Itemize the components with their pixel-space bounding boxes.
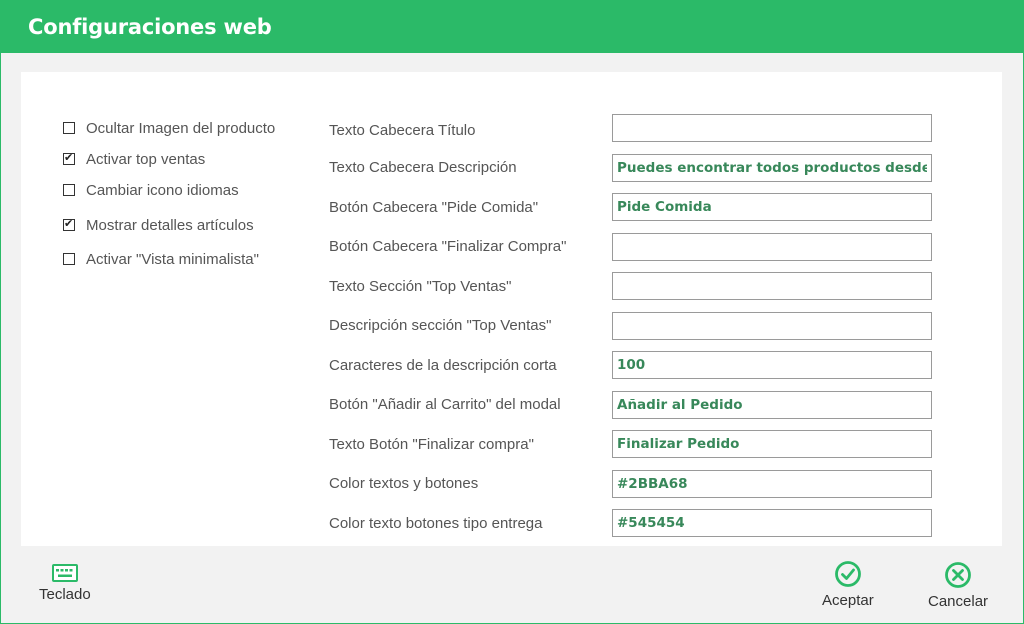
cancel-button[interactable]: Cancelar bbox=[928, 561, 988, 610]
checkbox-box[interactable]: ✔ bbox=[63, 152, 75, 165]
checkout-text-button-input[interactable] bbox=[612, 430, 932, 458]
header-title-input[interactable] bbox=[612, 114, 932, 142]
accept-label: Aceptar bbox=[822, 592, 874, 609]
checkbox-box[interactable] bbox=[63, 122, 75, 134]
top-sales-description-input[interactable] bbox=[612, 312, 932, 340]
x-circle-icon bbox=[945, 562, 971, 588]
checkbox-change-language-icon[interactable]: Cambiar icono idiomas bbox=[63, 180, 239, 200]
text-button-color-input[interactable] bbox=[612, 470, 932, 498]
field-label-top-sales-section: Texto Sección "Top Ventas" bbox=[329, 278, 512, 295]
checkbox-box[interactable] bbox=[63, 253, 75, 265]
field-label-text-button-color: Color textos y botones bbox=[329, 475, 479, 492]
check-circle-icon bbox=[834, 561, 861, 587]
add-to-cart-modal-input[interactable] bbox=[612, 391, 932, 419]
field-label-add-to-cart-modal: Botón "Añadir al Carrito" del modal bbox=[329, 396, 561, 413]
cancel-label: Cancelar bbox=[928, 593, 989, 610]
checkbox-hide-product-image[interactable]: Ocultar Imagen del producto bbox=[63, 118, 275, 138]
keyboard-label: Teclado bbox=[39, 586, 91, 603]
field-label-delivery-button-text-color: Color texto botones tipo entrega bbox=[329, 515, 543, 532]
checkbox-box[interactable] bbox=[63, 184, 75, 196]
field-label-header-title: Texto Cabecera Título bbox=[329, 122, 476, 139]
checkout-button-input[interactable] bbox=[612, 233, 932, 261]
field-label-short-description-chars: Caracteres de la descripción corta bbox=[329, 357, 557, 374]
accept-button[interactable]: Aceptar bbox=[822, 560, 874, 609]
field-label-checkout-text-button: Texto Botón "Finalizar compra" bbox=[329, 436, 534, 453]
top-sales-section-input[interactable] bbox=[612, 272, 932, 300]
field-label-header-description: Texto Cabecera Descripción bbox=[329, 159, 517, 176]
short-description-chars-input[interactable] bbox=[612, 351, 932, 379]
field-label-checkout-button: Botón Cabecera "Finalizar Compra" bbox=[329, 238, 567, 255]
checkbox-minimal-view[interactable]: Activar "Vista minimalista" bbox=[63, 249, 259, 269]
checkmark-icon: ✔ bbox=[64, 218, 74, 230]
checkbox-show-item-details[interactable]: ✔ Mostrar detalles artículos bbox=[63, 215, 254, 235]
checkbox-top-sales[interactable]: ✔ Activar top ventas bbox=[63, 149, 205, 169]
keyboard-icon bbox=[51, 564, 78, 582]
keyboard-button[interactable]: Teclado bbox=[39, 564, 91, 603]
header-description-input[interactable] bbox=[612, 154, 932, 182]
field-label-top-sales-description: Descripción sección "Top Ventas" bbox=[329, 317, 552, 334]
checkbox-label: Mostrar detalles artículos bbox=[86, 216, 254, 234]
checkbox-label: Activar "Vista minimalista" bbox=[86, 250, 259, 268]
checkbox-label: Ocultar Imagen del producto bbox=[86, 119, 276, 137]
order-food-button-input[interactable] bbox=[612, 193, 932, 221]
config-window: Configuraciones web Ocultar Imagen del p… bbox=[0, 0, 1024, 624]
checkbox-label: Activar top ventas bbox=[86, 150, 206, 168]
window-title: Configuraciones web bbox=[28, 15, 272, 39]
field-label-order-food-button: Botón Cabecera "Pide Comida" bbox=[329, 199, 539, 216]
checkmark-icon: ✔ bbox=[64, 152, 74, 164]
checkbox-box[interactable]: ✔ bbox=[63, 218, 75, 231]
delivery-button-text-color-input[interactable] bbox=[612, 509, 932, 537]
title-bar: Configuraciones web bbox=[1, 1, 1023, 53]
settings-panel: Ocultar Imagen del producto ✔ Activar to… bbox=[21, 72, 1002, 546]
checkbox-label: Cambiar icono idiomas bbox=[86, 181, 239, 199]
